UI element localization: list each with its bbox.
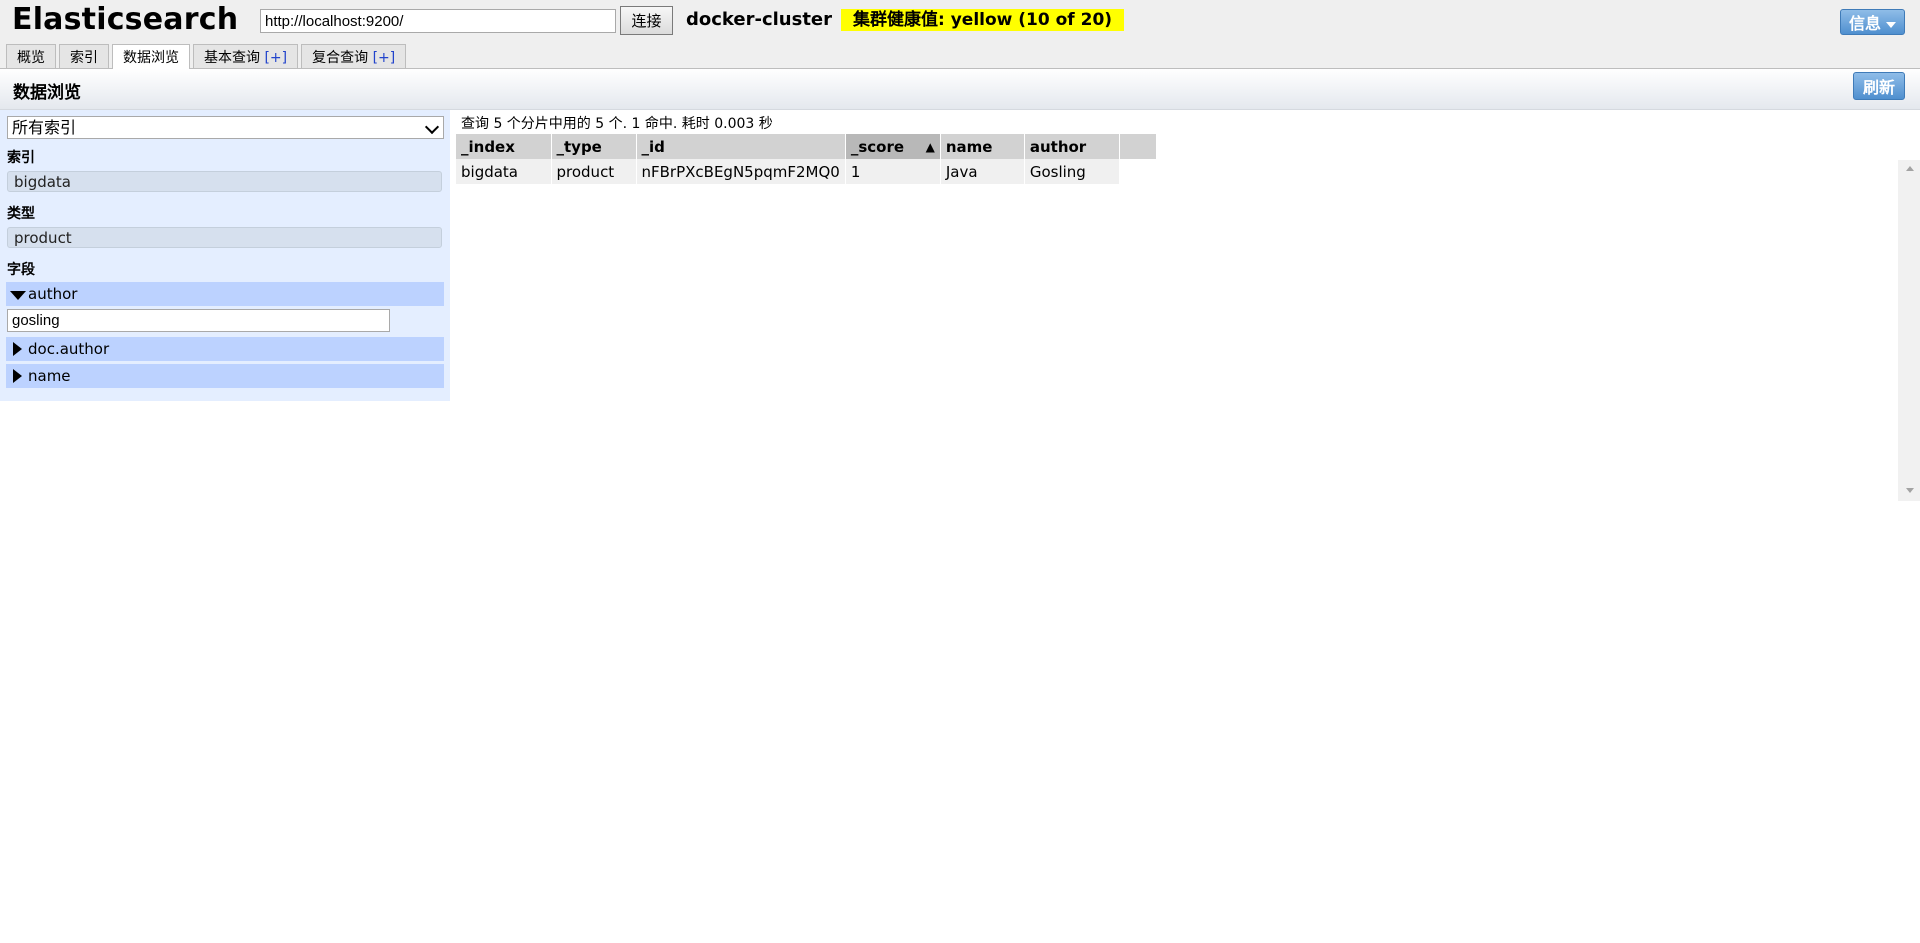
field-filter-input[interactable] [7,309,390,332]
column-header-type[interactable]: _type [551,134,637,159]
tab-label: 基本查询 [204,50,260,66]
column-header-label: _score [850,137,905,156]
cell-score: 1 [845,159,941,184]
triangle-right-icon [13,342,22,356]
fields-section-label: 字段 [7,262,35,278]
info-dropdown-button[interactable]: 信息 [1840,9,1905,35]
cell-id: nFBrPXcBEgN5pqmF2MQ0 [636,159,846,184]
tab-add-link[interactable]: [+] [264,50,287,66]
tab-indices[interactable]: 索引 [59,44,109,68]
cluster-name: docker-cluster [686,9,833,30]
tab-label: 索引 [70,50,98,66]
field-item-author[interactable]: author [6,282,444,306]
field-name: author [28,285,78,303]
chevron-down-icon [1886,21,1897,28]
cell-name: Java [940,159,1025,184]
field-item-doc-author[interactable]: doc.author [6,337,444,361]
field-name: name [28,367,71,385]
tab-add-link[interactable]: [+] [373,50,396,66]
table-row[interactable]: bigdata product nFBrPXcBEgN5pqmF2MQ0 1 J… [456,159,1157,184]
index-filter-item[interactable]: bigdata [7,171,442,192]
results-scrollbar[interactable] [1898,160,1920,501]
tab-browser[interactable]: 数据浏览 [112,44,190,69]
column-header-score[interactable]: _score ▲ [845,134,941,159]
cluster-url-input[interactable] [260,9,616,33]
cell-spacer [1119,159,1157,184]
column-header-author[interactable]: author [1024,134,1120,159]
type-section-label: 类型 [7,206,35,222]
tab-label: 概览 [17,50,45,66]
tab-basic-query[interactable]: 基本查询 [+] [193,44,299,68]
tab-label: 复合查询 [312,50,369,66]
refresh-button[interactable]: 刷新 [1853,72,1905,100]
index-select-value: 所有索引 [12,118,77,137]
scroll-up-arrow-icon[interactable] [1906,166,1914,171]
field-name: doc.author [28,340,110,358]
tab-compound-query[interactable]: 复合查询 [+] [301,44,407,68]
filter-sidebar: 所有索引 索引 bigdata 类型 product 字段 author doc… [0,110,450,401]
sort-ascending-icon: ▲ [925,139,935,154]
index-section-label: 索引 [7,150,35,166]
tab-label: 数据浏览 [123,50,179,66]
table-header-row: _index _type _id _score ▲ name author [456,134,1157,159]
query-summary: 查询 5 个分片中用的 5 个. 1 命中. 耗时 0.003 秒 [461,116,773,132]
column-header-index[interactable]: _index [456,134,552,159]
chevron-down-icon [424,119,440,135]
triangle-down-icon [10,291,26,300]
column-header-spacer [1119,134,1157,159]
tab-overview[interactable]: 概览 [6,44,56,68]
cluster-health-badge: 集群健康值: yellow (10 of 20) [841,9,1125,31]
triangle-right-icon [13,369,22,383]
index-select[interactable]: 所有索引 [7,116,444,139]
scroll-down-arrow-icon[interactable] [1906,488,1914,493]
results-table: _index _type _id _score ▲ name author big… [456,134,1157,184]
header: Elasticsearch 连接 docker-cluster 集群健康值: y… [0,0,1920,69]
column-header-name[interactable]: name [940,134,1025,159]
cell-type: product [551,159,637,184]
connect-button[interactable]: 连接 [620,6,673,35]
field-item-name[interactable]: name [6,364,444,388]
page-title: 数据浏览 [13,83,81,103]
page-title-bar: 数据浏览 [0,69,1920,110]
tab-bar: 概览 索引 数据浏览 基本查询 [+] 复合查询 [+] [6,44,407,69]
type-filter-item[interactable]: product [7,227,442,248]
cell-index: bigdata [456,159,552,184]
info-button-label: 信息 [1849,14,1882,33]
column-header-id[interactable]: _id [636,134,846,159]
cell-author: Gosling [1024,159,1120,184]
app-title: Elasticsearch [12,2,239,37]
